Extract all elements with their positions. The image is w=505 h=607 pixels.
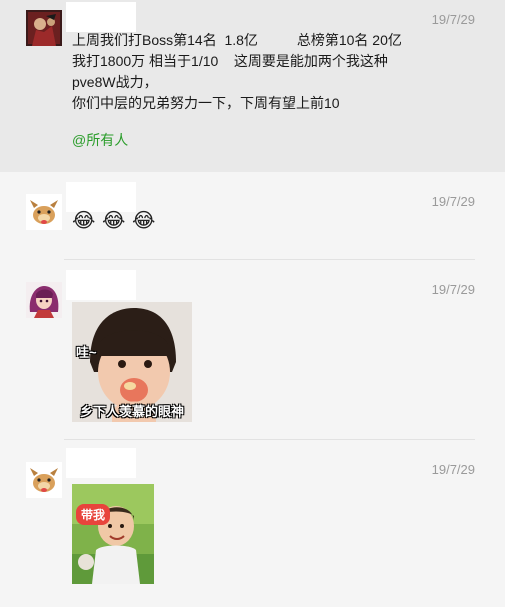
cartoon-dog-avatar-icon[interactable] <box>26 462 62 498</box>
child-outdoors-sticker-icon[interactable]: 带我 <box>72 484 154 584</box>
sender-name-redacted <box>66 182 136 212</box>
chat-message[interactable]: 19/7/29 带我 <box>0 440 505 607</box>
cartoon-dog-avatar-icon[interactable] <box>26 194 62 230</box>
message-line: 上周我们打Boss第14名 1.8亿 总榜第10名 20亿 <box>72 32 402 48</box>
laughing-tears-emoji-icon: 😂 <box>102 210 126 232</box>
message-timestamp: 19/7/29 <box>431 462 475 477</box>
laughing-tears-emoji-icon: 😂 <box>132 210 156 232</box>
chat-message[interactable]: 19/7/29 上周我们打Boss第14名 1.8亿 总榜第10名 20亿 我打… <box>0 0 505 172</box>
anime-girl-avatar-icon[interactable] <box>26 282 62 318</box>
message-line: 你们中层的兄弟努力一下，下周有望上前10 <box>72 95 340 111</box>
chat-history: 19/7/29 上周我们打Boss第14名 1.8亿 总榜第10名 20亿 我打… <box>0 0 505 607</box>
sticker-caption: 乡下人羡慕的眼神 <box>79 404 184 419</box>
sticker-tag-text: 哇~ <box>76 345 97 360</box>
message-timestamp: 19/7/29 <box>431 194 475 209</box>
message-text: 上周我们打Boss第14名 1.8亿 总榜第10名 20亿 我打1800万 相当… <box>72 30 412 114</box>
child-eating-apple-sticker-icon[interactable]: 哇~ 乡下人羡慕的眼神 <box>72 302 192 422</box>
sticker-badge-text: 带我 <box>76 504 111 525</box>
emoji-row: 😂 😂 😂 <box>72 210 156 232</box>
sender-name-redacted <box>66 270 136 300</box>
laughing-tears-emoji-icon: 😂 <box>72 210 96 232</box>
sender-name-redacted <box>66 448 136 478</box>
mention-all-link[interactable]: @所有人 <box>72 130 128 150</box>
chat-message[interactable]: 19/7/29 😂 😂 😂 <box>0 172 505 260</box>
message-timestamp: 19/7/29 <box>431 282 475 297</box>
message-timestamp: 19/7/29 <box>431 12 475 27</box>
chat-message[interactable]: 19/7/29 哇~ 乡下人羡慕的眼神 <box>0 260 505 440</box>
sender-name-redacted <box>66 2 136 32</box>
game-character-avatar-icon[interactable] <box>26 10 62 46</box>
message-line: 我打1800万 相当于1/10 这周要是能加两个我这种pve8W战力， <box>72 53 388 90</box>
